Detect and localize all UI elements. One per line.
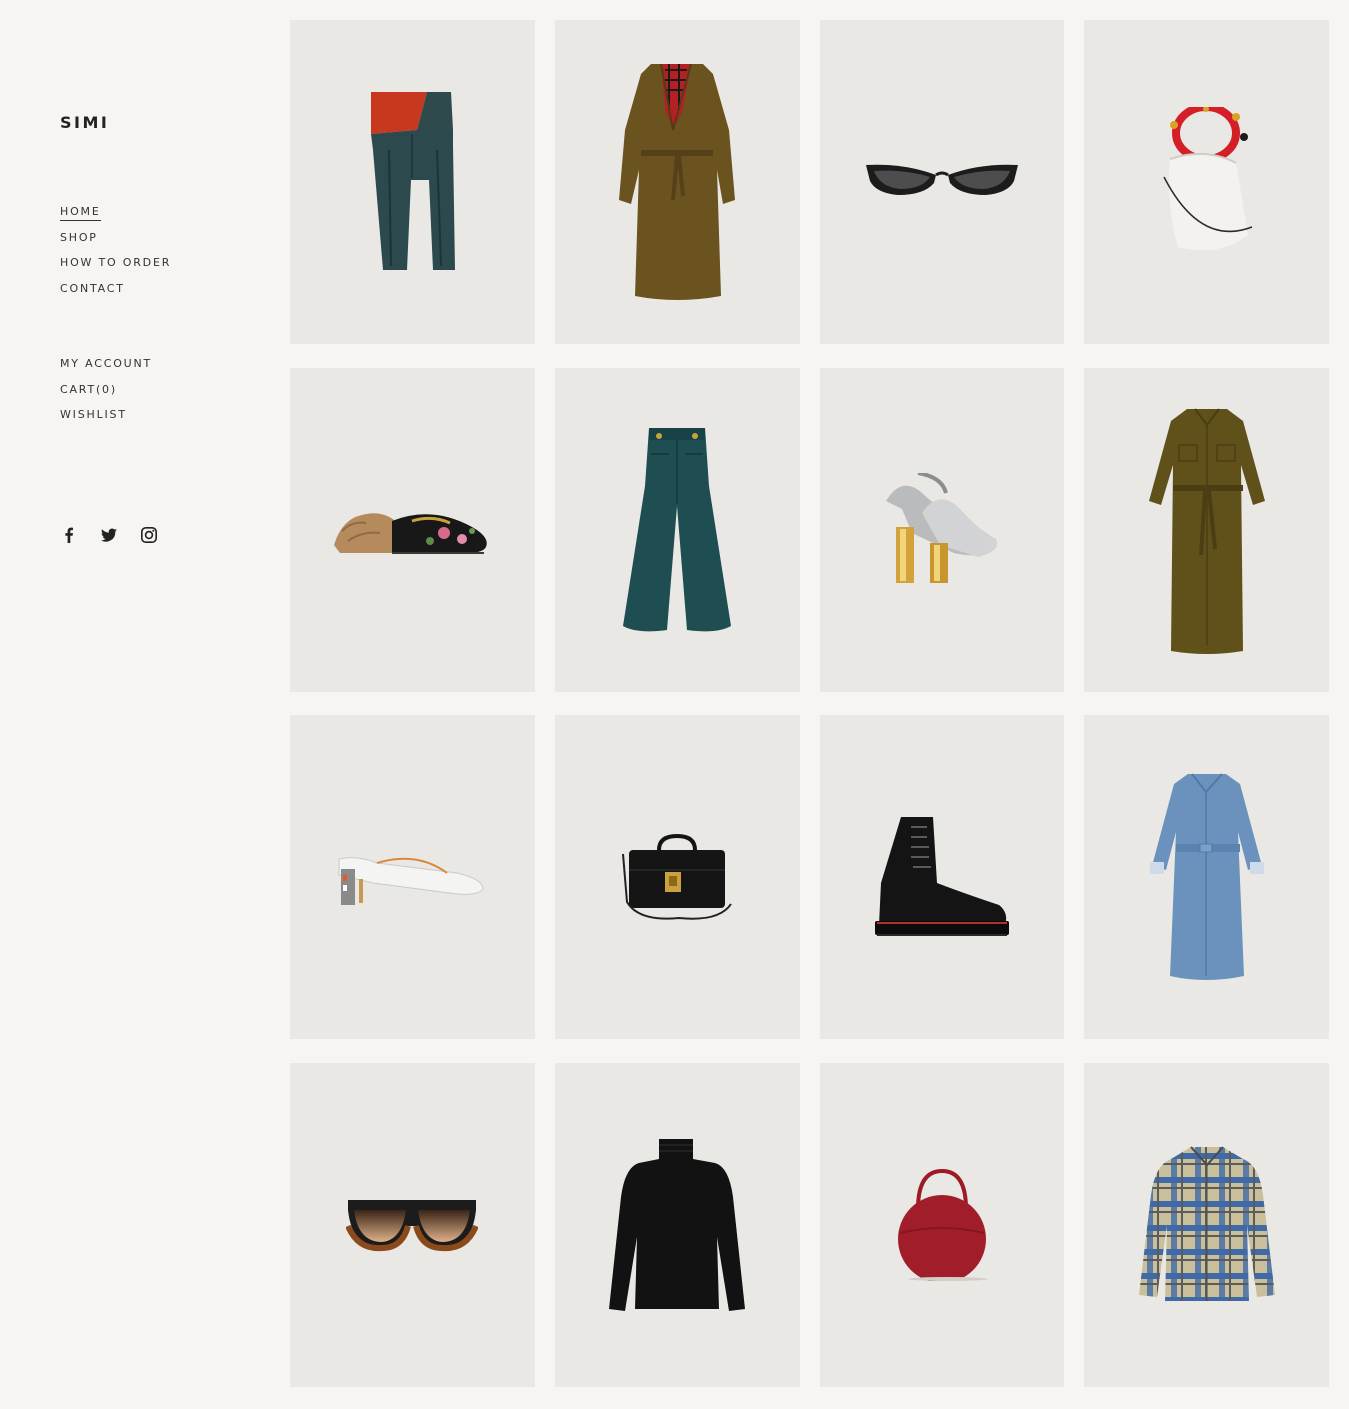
nav-shop[interactable]: SHOP [60,230,98,245]
product-card[interactable] [554,1062,800,1387]
utility-shirt-dress-image [1148,407,1265,654]
product-card[interactable] [554,715,800,1039]
white-mule-image [338,857,484,905]
nav-contact[interactable]: CONTACT [60,281,125,296]
black-turtleneck-image [609,1138,746,1311]
gradient-sunglasses-image [346,1199,479,1251]
product-card[interactable] [554,367,800,692]
main-nav: HOME SHOP HOW TO ORDER CONTACT [60,200,171,302]
product-grid [290,20,1329,1387]
sidebar: SIMI HOME SHOP HOW TO ORDER CONTACT MY A… [60,0,260,1409]
product-card[interactable] [554,20,800,344]
nav-how-to-order[interactable]: HOW TO ORDER [60,255,171,270]
product-card[interactable] [290,1062,535,1387]
product-card[interactable] [1084,20,1329,344]
account-nav: MY ACCOUNT CART(0) WISHLIST [60,352,152,429]
nav-home[interactable]: HOME [60,204,101,221]
product-card[interactable] [290,715,535,1039]
facebook-icon[interactable] [60,526,80,546]
wide-leg-trousers-image [623,427,732,631]
nav-my-account[interactable]: MY ACCOUNT [60,356,152,371]
product-card[interactable] [1084,715,1329,1039]
product-card[interactable] [1084,1062,1329,1387]
red-circle-bag-image [897,1168,988,1281]
nav-cart[interactable]: CART(0) [60,382,117,397]
social-links [60,526,180,546]
brand-logo[interactable]: SIMI [60,113,109,132]
cat-eye-sunglasses-image [865,164,1018,195]
fur-loafer-image [334,512,488,554]
silver-mary-jane-heels-image [885,472,998,583]
product-card[interactable] [819,715,1065,1039]
black-handbag-image [622,833,732,920]
combat-boot-image [874,817,1009,936]
bucket-bag-image [1162,107,1252,251]
leather-pants-image [371,92,456,270]
product-card[interactable] [1084,367,1329,692]
trench-coat-image [619,63,736,300]
nav-wishlist[interactable]: WISHLIST [60,407,127,422]
plaid-shirt-image [1138,1145,1275,1301]
product-card[interactable] [819,20,1065,344]
product-card[interactable] [290,20,535,344]
instagram-icon[interactable] [140,526,160,546]
product-card[interactable] [290,367,535,692]
product-card[interactable] [819,1062,1065,1387]
product-card[interactable] [819,367,1065,692]
denim-shirt-dress-image [1149,773,1264,980]
twitter-icon[interactable] [100,526,120,546]
